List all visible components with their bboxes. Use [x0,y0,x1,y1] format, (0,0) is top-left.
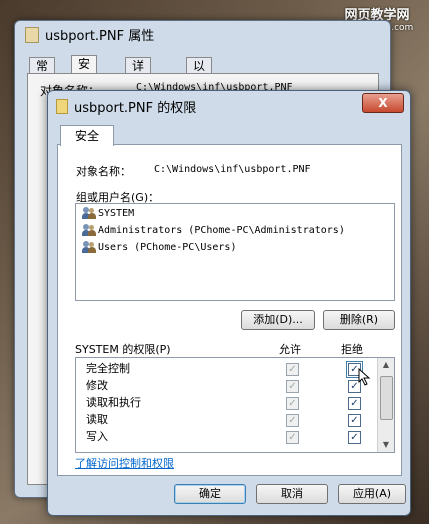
tab-security[interactable]: 安全 [60,125,114,146]
scroll-up-icon[interactable]: ▲ [378,358,394,372]
allow-header: 允许 [279,343,301,356]
permission-row: 修改 ✓ ✓ [76,377,376,394]
permission-row: 读取和执行 ✓ ✓ [76,394,376,411]
scroll-thumb[interactable] [380,376,393,420]
object-name-value: C:\Windows\inf\usbport.PNF [154,164,311,175]
deny-checkbox[interactable]: ✓ [348,414,361,427]
users-listbox[interactable]: SYSTEM Administrators (PChome-PC\Adminis… [75,203,395,301]
user-item-users[interactable]: Users (PChome-PC\Users) [82,240,236,256]
deny-header: 拒绝 [341,343,363,356]
scrollbar[interactable]: ▲ ▼ [377,358,394,452]
allow-checkbox: ✓ [286,397,299,410]
permission-name: 完全控制 [86,362,130,375]
permissions-list: 完全控制 ✓ ✓ 修改 ✓ ✓ 读取和执行 ✓ ✓ 读取 ✓ ✓ 写入 ✓ ✓ … [75,357,395,453]
allow-checkbox: ✓ [286,414,299,427]
permission-name: 读取和执行 [86,396,141,409]
help-link[interactable]: 了解访问控制和权限 [75,455,174,471]
folder-icon [56,99,68,114]
users-icon [82,207,96,219]
deny-checkbox[interactable]: ✓ [348,397,361,410]
dialog-body: 安全 对象名称： C:\Windows\inf\usbport.PNF 组或用户… [57,125,402,476]
user-item-administrators[interactable]: Administrators (PChome-PC\Administrators… [82,223,345,239]
permission-name: 读取 [86,413,108,426]
user-item-system[interactable]: SYSTEM [82,206,134,222]
permission-row: 完全控制 ✓ ✓ [76,360,376,378]
users-icon [82,241,96,253]
permission-name: 修改 [86,379,108,392]
object-name-label: 对象名称： [76,165,131,178]
allow-checkbox: ✓ [286,363,299,376]
add-button[interactable]: 添加(D)... [241,310,315,330]
apply-button[interactable]: 应用(A) [338,484,406,504]
allow-checkbox: ✓ [286,431,299,444]
remove-button[interactable]: 删除(R) [323,310,395,330]
users-icon [82,224,96,236]
properties-window-title: usbport.PNF 属性 [45,29,155,44]
close-button[interactable]: X [362,93,404,113]
ok-button[interactable]: 确定 [174,484,246,504]
file-icon [25,27,39,43]
cancel-button[interactable]: 取消 [256,484,328,504]
permissions-label: SYSTEM 的权限(P) [75,343,171,356]
scroll-down-icon[interactable]: ▼ [378,438,394,452]
permissions-dialog: usbport.PNF 的权限 X 安全 对象名称： C:\Windows\in… [47,90,411,516]
allow-checkbox: ✓ [286,380,299,393]
deny-checkbox[interactable]: ✓ [348,431,361,444]
permission-row: 写入 ✓ ✓ [76,428,376,445]
mouse-cursor-icon [358,368,371,386]
permission-row: 读取 ✓ ✓ [76,411,376,428]
permission-name: 写入 [86,430,108,443]
dialog-title: usbport.PNF 的权限 [74,101,197,116]
